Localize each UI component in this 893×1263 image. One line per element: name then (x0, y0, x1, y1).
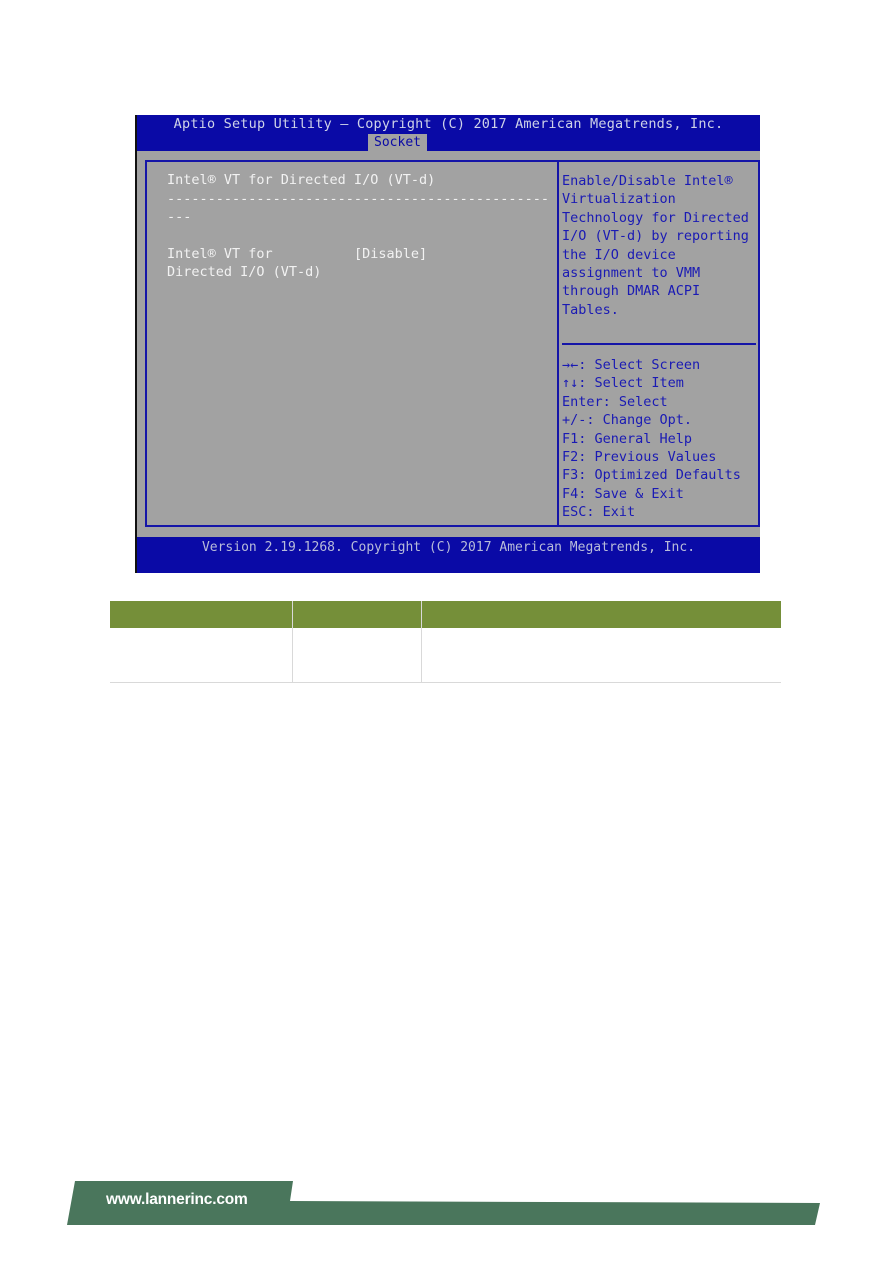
table-header-cell (292, 601, 422, 628)
help-separator (562, 343, 756, 345)
panel-divider (557, 162, 559, 525)
key-legend-item: +/-: Change Opt. (562, 412, 693, 429)
setting-label: Intel® VT for (167, 246, 273, 262)
bios-main-frame: Intel® VT for Directed I/O (VT-d) ------… (145, 160, 760, 527)
help-line: Tables. (562, 301, 619, 318)
separator-line-cont: --- (167, 209, 192, 225)
help-line: I/O (VT-d) by reporting (562, 228, 749, 245)
table-cell (110, 628, 293, 683)
section-heading: Intel® VT for Directed I/O (VT-d) (167, 172, 436, 188)
help-line: through DMAR ACPI (562, 283, 701, 300)
bios-footer: Version 2.19.1268. Copyright (C) 2017 Am… (137, 537, 760, 573)
bios-header: Aptio Setup Utility – Copyright (C) 2017… (137, 115, 760, 151)
table-cell (421, 628, 781, 683)
key-legend-item: Enter: Select (562, 393, 668, 410)
bios-setup-screen: Aptio Setup Utility – Copyright (C) 2017… (135, 115, 760, 573)
bios-version-text: Version 2.19.1268. Copyright (C) 2017 Am… (201, 540, 696, 555)
table-header-cell (421, 601, 781, 628)
help-line: assignment to VMM (562, 265, 701, 281)
help-line: Virtualization (562, 191, 676, 208)
bios-title: Aptio Setup Utility – Copyright (C) 2017… (173, 116, 724, 132)
help-line: the I/O device (562, 246, 676, 263)
key-legend-item: F3: Optimized Defaults (562, 467, 741, 484)
key-legend-item: F1: General Help (562, 430, 693, 447)
key-legend-item: F4: Save & Exit (562, 485, 684, 502)
separator-line: ----------------------------------------… (167, 191, 550, 207)
help-line: Enable/Disable Intel® (562, 173, 733, 189)
key-legend-item: ESC: Exit (562, 504, 636, 521)
table-cell (292, 628, 422, 683)
table-row (110, 628, 781, 683)
table-header-row (110, 601, 781, 628)
key-legend-item: →←: Select Screen (562, 357, 701, 373)
arrows-left-right-icon: →← (562, 357, 579, 373)
arrows-up-down-icon: ↑↓ (562, 375, 579, 392)
key-legend-item: F2: Previous Values (562, 449, 717, 465)
setting-label-cont: Directed I/O (VT-d) (167, 264, 322, 280)
key-legend-item: ↑↓: Select Item (562, 375, 684, 392)
options-table (110, 601, 781, 683)
tab-socket[interactable]: Socket (368, 134, 427, 151)
website-url[interactable]: www.lannerinc.com (106, 1191, 248, 1209)
help-line: Technology for Directed (562, 209, 749, 226)
table-header-cell (110, 601, 293, 628)
setting-value[interactable]: [Disable] (354, 245, 427, 263)
